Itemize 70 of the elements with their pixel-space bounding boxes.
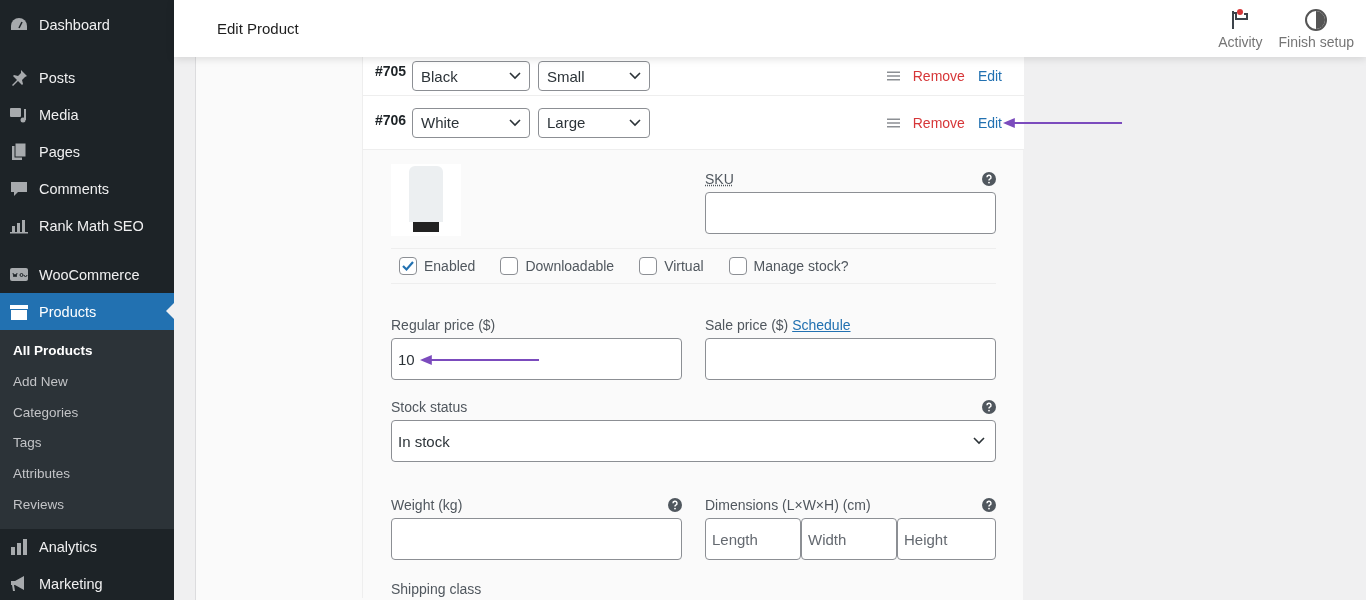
field-label: Weight (kg) — [391, 497, 463, 513]
dimension-input-field[interactable]: Length — [705, 518, 801, 560]
help-icon[interactable] — [982, 400, 996, 414]
checkbox[interactable] — [399, 257, 417, 275]
sidebar-item[interactable]: Posts — [0, 59, 174, 96]
edit-link[interactable]: Edit — [977, 68, 1002, 84]
bar-chart-icon — [9, 537, 29, 558]
dimension-input-field[interactable]: Height — [897, 518, 996, 560]
field-label: Regular price ($) — [391, 317, 496, 333]
field-label: Dimensions (L×W×H) (cm) — [705, 497, 871, 513]
sidebar-item[interactable]: Analytics — [0, 528, 174, 566]
product-photo-placeholder[interactable] — [391, 164, 461, 236]
help-icon[interactable] — [668, 498, 682, 512]
chevron-down-icon — [509, 118, 521, 127]
help-icon[interactable] — [982, 172, 996, 186]
checkbox[interactable] — [639, 257, 658, 275]
drag-handle-icon[interactable] — [886, 117, 900, 128]
sidebar-item[interactable]: Media — [0, 96, 174, 133]
checkbox-label: Enabled — [424, 258, 476, 274]
variation-number: #706 — [375, 112, 408, 128]
pages-icon — [9, 141, 29, 162]
stock-status-dropdown[interactable]: In stock — [391, 420, 996, 462]
chevron-down-icon — [973, 437, 985, 445]
header-action-button[interactable]: Finish setup — [1272, 7, 1360, 50]
help-icon[interactable] — [982, 498, 996, 512]
field-label: Stock status — [391, 399, 468, 415]
sidebar-item[interactable]: Comments — [0, 170, 174, 207]
checkbox-label: Manage stock? — [753, 258, 849, 274]
progress-circle-icon — [1304, 7, 1329, 32]
sidebar-item[interactable]: Rank Math SEO — [0, 207, 174, 244]
dimension-input-field[interactable]: Width — [801, 518, 897, 560]
field-label: Sale price ($) — [705, 317, 789, 333]
variation-row[interactable]: #706 White Large Remove Edit — [363, 96, 1024, 150]
chevron-down-icon — [629, 118, 641, 127]
submenu-item[interactable]: Tags — [0, 428, 174, 460]
attribute-dropdown[interactable]: Small — [538, 61, 650, 91]
field-label: Shipping class — [391, 581, 482, 597]
sidebar-item[interactable]: Pages — [0, 133, 174, 170]
attribute-dropdown[interactable]: Large — [538, 107, 650, 138]
edit-link[interactable]: Edit — [977, 114, 1002, 131]
submenu-item[interactable]: Attributes — [0, 459, 174, 490]
submenu-item[interactable]: Add New — [0, 366, 174, 398]
sidebar-item[interactable]: WooCommerce — [0, 256, 174, 293]
checkbox-label: Downloadable — [525, 258, 615, 274]
variation-row[interactable]: #705 Black Small Remove Edit — [363, 57, 1024, 96]
checkbox-label: Virtual — [664, 258, 704, 274]
checkbox[interactable] — [500, 257, 519, 275]
submenu-item[interactable]: Categories — [0, 397, 174, 429]
remove-link[interactable]: Remove — [912, 68, 965, 84]
submenu-item[interactable]: All Products — [0, 336, 174, 367]
attribute-dropdown[interactable]: White — [412, 107, 530, 138]
remove-link[interactable]: Remove — [912, 114, 965, 131]
chevron-down-icon — [509, 72, 521, 80]
weight-input-field[interactable] — [391, 518, 682, 560]
sale-price-input-field[interactable] — [705, 338, 996, 380]
schedule-link[interactable]: Schedule — [792, 317, 851, 333]
field-label: SKU — [705, 171, 734, 187]
header-action-button[interactable]: Activity — [1212, 7, 1269, 50]
sidebar-item[interactable]: Marketing — [0, 565, 174, 600]
drag-handle-icon[interactable] — [886, 71, 900, 81]
page-title: Edit Product — [217, 20, 300, 37]
variation-number: #705 — [375, 63, 408, 79]
submenu-item[interactable]: Reviews — [0, 490, 174, 521]
chevron-down-icon — [629, 72, 641, 80]
sidebar-item[interactable]: Dashboard — [0, 6, 174, 43]
sku-input-field[interactable] — [705, 192, 996, 234]
sidebar-item[interactable]: Products — [0, 293, 174, 330]
price-input-field[interactable]: 10 — [391, 338, 682, 380]
attribute-dropdown[interactable]: Black — [412, 61, 530, 91]
checkbox[interactable] — [728, 257, 747, 275]
